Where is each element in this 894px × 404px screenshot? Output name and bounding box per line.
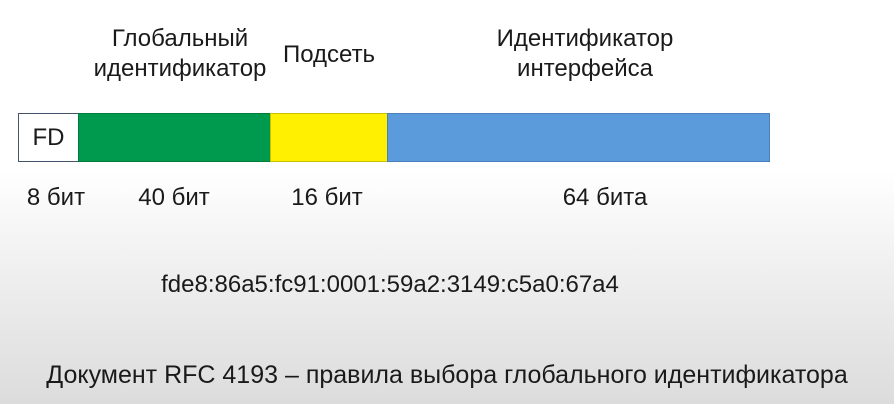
subnet-bits-label: 16 бит: [291, 184, 363, 211]
interface-id-bits-label: 64 бита: [562, 184, 648, 211]
global-id-label-line1: Глобальный: [111, 25, 249, 52]
fd-prefix-segment: FD: [18, 113, 79, 162]
caption: Документ RFC 4193 – правила выбора глоба…: [46, 361, 848, 389]
global-id-label-line2: идентификатор: [93, 55, 267, 82]
interface-id-label-line1: Идентификатор: [496, 25, 674, 52]
interface-id-label-line2: интерфейса: [517, 55, 653, 82]
global-id-segment: [78, 113, 271, 162]
fd-prefix-text: FD: [32, 123, 65, 151]
global-id-label: Глобальный идентификатор: [90, 24, 270, 84]
global-id-bits-label: 40 бит: [138, 184, 210, 211]
example-address: fde8:86a5:fc91:0001:59a2:3149:c5a0:67a4: [161, 271, 619, 298]
fd-bits-label: 8 бит: [26, 184, 86, 211]
subnet-label-text: Подсеть: [282, 41, 376, 68]
subnet-label: Подсеть: [270, 40, 388, 70]
subnet-segment: [270, 113, 388, 162]
interface-id-segment: [387, 113, 770, 162]
interface-id-label: Идентификатор интерфейса: [480, 24, 690, 84]
